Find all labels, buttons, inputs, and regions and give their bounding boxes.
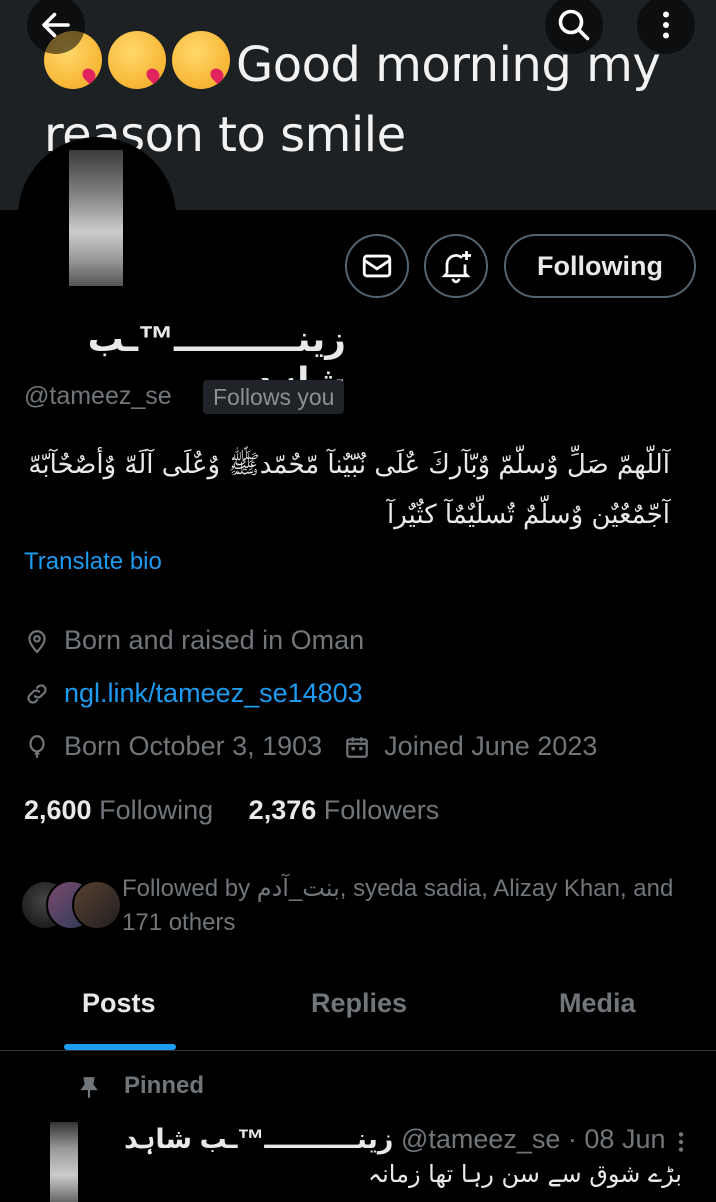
search-icon — [558, 9, 590, 41]
following-stat[interactable]: 2,600 Following — [24, 795, 213, 825]
followers-count: 2,376 — [248, 795, 317, 825]
profile-bio: آللّهمّ صَلِّ وٌسلّمّ وٌبّآركَ عٌلَى نٌب… — [20, 440, 670, 540]
location-row: Born and raised in Oman — [24, 625, 364, 656]
bell-plus-icon — [441, 251, 471, 284]
link-icon — [27, 683, 47, 704]
avatar-image — [69, 150, 123, 286]
more-vertical-icon[interactable] — [668, 1127, 694, 1157]
followed-by-names: بنت_آدم, syeda sadia, Alizay Khan, and — [256, 875, 674, 902]
notifications-button[interactable] — [424, 234, 488, 298]
follow-stats: 2,600 Following 2,376 Followers — [24, 795, 439, 826]
active-tab-indicator — [64, 1044, 176, 1050]
followed-by-text[interactable]: Followed by بنت_آدم, syeda sadia, Alizay… — [122, 872, 702, 940]
post-avatar-image — [50, 1122, 78, 1202]
banner-caption: Good morning my reason to smile — [44, 30, 704, 170]
following-stat-label: Following — [99, 795, 214, 825]
profile-tabs: Posts Replies Media — [0, 970, 716, 1051]
avatar — [72, 880, 122, 930]
more-vertical-icon — [663, 11, 669, 39]
tab-replies[interactable]: Replies — [311, 988, 407, 1019]
tab-media[interactable]: Media — [559, 988, 636, 1019]
location-pin-icon — [28, 629, 46, 653]
username: @tameez_se — [24, 382, 172, 410]
tab-posts[interactable]: Posts — [82, 988, 156, 1019]
post-header: زینــــــــــ™ـب شاہد @tameez_se · 08 Ju… — [124, 1124, 665, 1155]
birthday-text: Born October 3, 1903 — [64, 731, 323, 761]
follows-you-badge: Follows you — [203, 380, 345, 414]
arrow-left-icon — [42, 12, 70, 38]
followed-by-prefix: Followed by — [122, 875, 257, 902]
message-button[interactable] — [345, 234, 409, 298]
envelope-icon — [362, 254, 392, 278]
following-button[interactable]: Following — [504, 234, 696, 298]
followed-by-avatars[interactable] — [20, 880, 122, 930]
kissing-heart-emoji-icon — [172, 31, 230, 89]
translate-bio-link[interactable]: Translate bio — [24, 548, 162, 576]
website-link[interactable]: ngl.link/tameez_se14803 — [64, 678, 363, 709]
following-button-label: Following — [537, 250, 663, 281]
pin-icon — [80, 1077, 98, 1098]
dates-row: Born October 3, 1903 Joined June 2023 — [24, 731, 597, 762]
followed-by-others: 171 others — [122, 909, 236, 936]
post-text: بڑے شوق سے سن رہا تھا زمانہ — [368, 1160, 682, 1188]
calendar-icon — [346, 736, 369, 758]
followers-stat[interactable]: 2,376 Followers — [249, 795, 440, 825]
balloon-icon — [29, 734, 45, 758]
post-author-name[interactable]: زینــــــــــ™ـب شاہد — [124, 1124, 393, 1154]
following-count: 2,600 — [24, 795, 92, 825]
location-text: Born and raised in Oman — [64, 625, 365, 655]
post-meta: @tameez_se · 08 Jun — [400, 1124, 666, 1154]
bio-line: آجّمٌعٌيٌن وٌسلّمٌ تٌسلّيٌمٌآ كثٌيٌرآ — [386, 500, 670, 530]
profile-avatar[interactable] — [18, 137, 176, 295]
kissing-heart-emoji-icon — [108, 31, 166, 89]
website-row[interactable]: ngl.link/tameez_se14803 — [24, 678, 363, 709]
pinned-label: Pinned — [124, 1072, 205, 1099]
post-avatar[interactable] — [44, 1122, 84, 1202]
followers-stat-label: Followers — [323, 795, 440, 825]
joined-text: Joined June 2023 — [384, 731, 598, 761]
bio-line: آللّهمّ صَلِّ وٌسلّمّ وٌبّآركَ عٌلَى نٌب… — [28, 450, 670, 480]
